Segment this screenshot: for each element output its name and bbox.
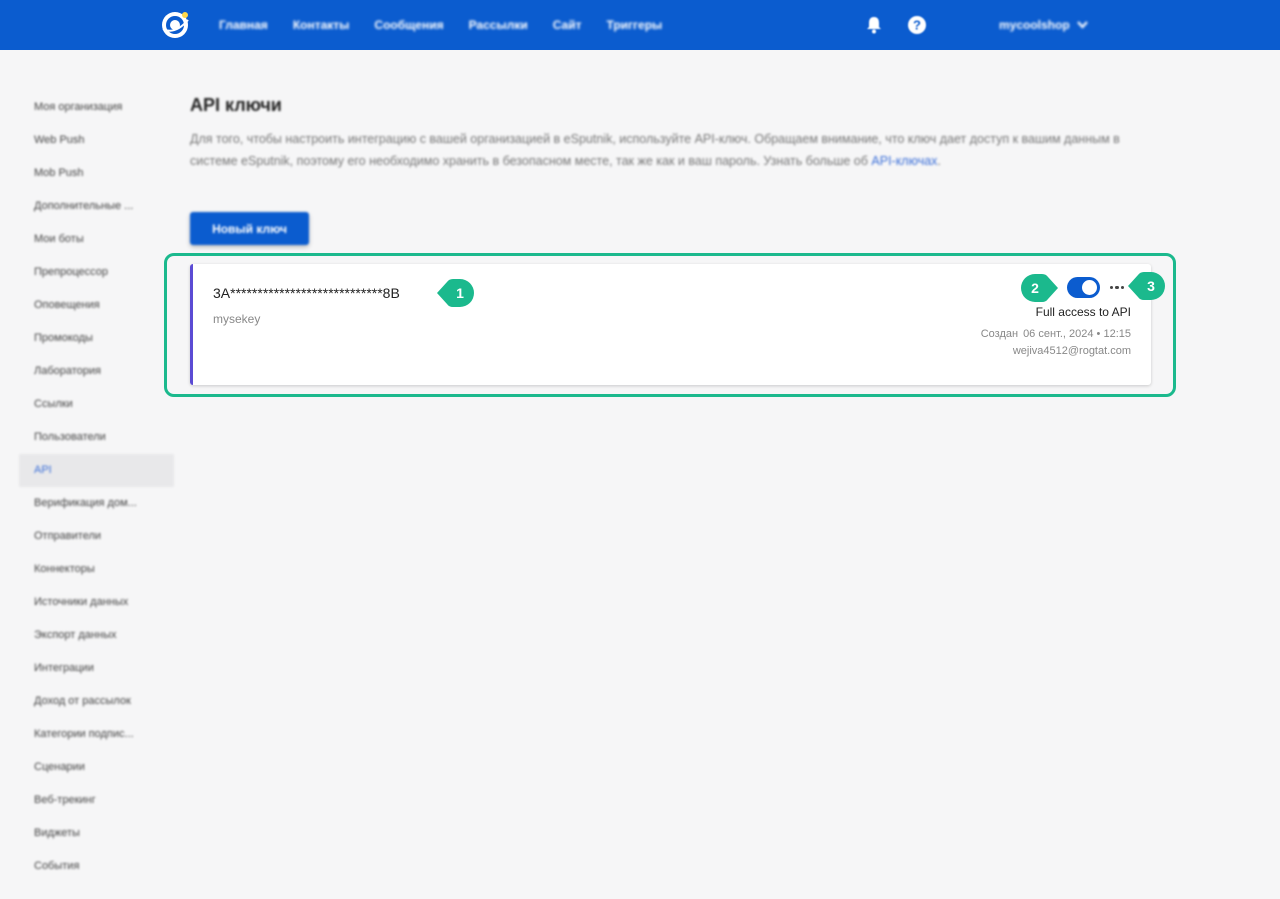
api-key-name: mysekey (213, 312, 261, 326)
chevron-down-icon (1076, 21, 1088, 29)
sidebar-item-mob-push[interactable]: Mob Push (19, 157, 174, 190)
more-options-icon[interactable] (1108, 277, 1126, 298)
nav-item-contacts[interactable]: Контакты (293, 18, 350, 32)
sidebar-item-notifications[interactable]: Оповещения (19, 289, 174, 322)
sidebar-item-subscription-categories[interactable]: Категории подпис... (19, 718, 174, 751)
main-nav: Главная Контакты Сообщения Рассылки Сайт… (219, 0, 687, 50)
dot (1120, 285, 1125, 290)
callout-3: 3 (1128, 271, 1166, 301)
nav-item-messages[interactable]: Сообщения (374, 18, 443, 32)
sidebar-item-integrations[interactable]: Интеграции (19, 652, 174, 685)
sidebar-item-bots[interactable]: Мои боты (19, 223, 174, 256)
created-by-email: wejiva4512@rogtat.com (1012, 345, 1131, 357)
sidebar-item-domain-verification[interactable]: Верификация дом... (19, 487, 174, 520)
sidebar-item-senders[interactable]: Отправители (19, 520, 174, 553)
sidebar-item-laboratory[interactable]: Лаборатория (19, 355, 174, 388)
api-key-card: 3A****************************8B mysekey… (190, 264, 1151, 385)
account-menu[interactable]: mycoolshop (999, 0, 1088, 50)
sidebar-item-scenarios[interactable]: Сценарии (19, 751, 174, 784)
sidebar-item-api[interactable]: API (19, 454, 174, 487)
callout-3-number: 3 (1147, 278, 1155, 294)
sidebar-item-web-tracking[interactable]: Веб-трекинг (19, 784, 174, 817)
dot (1109, 285, 1114, 290)
sidebar-item-web-push[interactable]: Web Push (19, 124, 174, 157)
api-key-value: 3A****************************8B (213, 285, 400, 301)
access-level: Full access to API (1035, 305, 1131, 319)
esputnik-logo-icon[interactable] (159, 9, 191, 41)
callout-1: 1 (437, 278, 475, 308)
callout-2: 2 (1020, 273, 1058, 303)
sidebar-item-data-export[interactable]: Экспорт данных (19, 619, 174, 652)
created-info: Создан 06 сент., 2024 • 12:15 (981, 328, 1131, 340)
svg-text:?: ? (913, 18, 921, 33)
sidebar-item-events[interactable]: События (19, 850, 174, 883)
created-label: Создан (980, 328, 1019, 340)
page-title: API ключи (190, 95, 282, 115)
sidebar-item-organization[interactable]: Моя организация (19, 91, 174, 124)
api-keys-doc-link[interactable]: API-ключах (871, 154, 937, 168)
sidebar-item-links[interactable]: Ссылки (19, 388, 174, 421)
sidebar-item-widgets[interactable]: Виджеты (19, 817, 174, 850)
sidebar-item-promocodes[interactable]: Промокоды (19, 322, 174, 355)
sidebar-item-connectors[interactable]: Коннекторы (19, 553, 174, 586)
sidebar-item-preprocessor[interactable]: Препроцессор (19, 256, 174, 289)
key-enabled-toggle[interactable] (1067, 277, 1100, 298)
settings-sidebar: Моя организация Web Push Mob Push Дополн… (19, 91, 174, 883)
top-navigation-bar: Главная Контакты Сообщения Рассылки Сайт… (0, 0, 1280, 50)
nav-item-site[interactable]: Сайт (553, 18, 582, 32)
created-date: 06 сент., 2024 • 12:15 (1023, 328, 1131, 340)
sidebar-item-additional[interactable]: Дополнительные ... (19, 190, 174, 223)
callout-2-number: 2 (1031, 280, 1039, 296)
callout-1-number: 1 (456, 285, 464, 301)
account-name: mycoolshop (999, 18, 1070, 32)
nav-item-home[interactable]: Главная (219, 18, 268, 32)
description-end: . (937, 154, 941, 168)
nav-item-campaigns[interactable]: Рассылки (469, 18, 528, 32)
page-description: Для того, чтобы настроить интеграцию с в… (190, 128, 1158, 172)
sidebar-item-users[interactable]: Пользователи (19, 421, 174, 454)
toggle-knob (1082, 280, 1097, 295)
description-text: Для того, чтобы настроить интеграцию с в… (190, 132, 1120, 168)
new-key-button[interactable]: Новый ключ (190, 212, 309, 245)
sidebar-item-data-sources[interactable]: Источники данных (19, 586, 174, 619)
nav-item-triggers[interactable]: Триггеры (606, 18, 662, 32)
dot (1115, 285, 1119, 290)
question-circle-icon[interactable]: ? (907, 15, 927, 35)
bell-icon[interactable] (864, 15, 884, 35)
sidebar-item-campaign-revenue[interactable]: Доход от рассылок (19, 685, 174, 718)
